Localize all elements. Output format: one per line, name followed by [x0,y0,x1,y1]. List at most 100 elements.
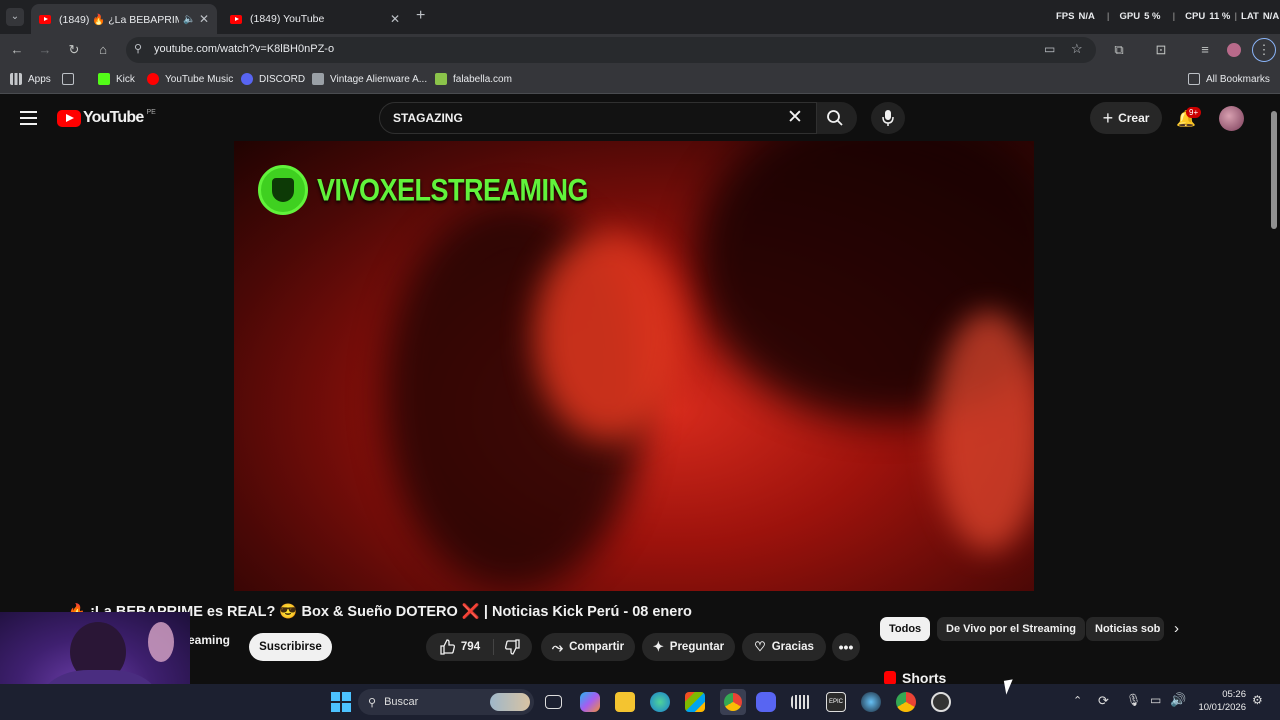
all-bookmarks-label: All Bookmarks [1206,73,1270,85]
tab-youtube[interactable]: (1849) YouTube ✕ [222,4,408,34]
youtube-wordmark: YouTube [83,109,144,126]
bookmark-falabella[interactable]: falabella.com [435,73,512,85]
microphone-icon [882,110,894,126]
folder-icon [1188,73,1200,85]
profile-avatar-icon[interactable] [1225,41,1243,59]
chrome-profile-icon[interactable] [896,692,916,712]
steam-icon[interactable] [861,692,881,712]
cpu-label: CPU [1185,11,1206,22]
close-tab-icon[interactable]: ✕ [199,12,209,26]
gpu-value: 5 % [1144,11,1161,22]
clear-search-icon[interactable]: ✕ [787,106,803,129]
dislike-button[interactable] [494,639,532,655]
search-icon: ⚲ [368,696,377,709]
browser-tab-strip: ⌄ (1849) 🔥 ¿La BEBAPRIME 🔈 ✕ (1849) YouT… [0,0,1280,34]
voice-search-button[interactable] [871,102,905,134]
search-input[interactable]: STAGAZING [393,111,463,125]
fps-label: FPS [1056,11,1075,22]
extensions-icon[interactable]: ⧉ [1110,41,1128,59]
chrome-menu-icon[interactable]: ⋮ [1252,38,1276,62]
more-actions-button[interactable]: ••• [832,633,860,661]
clock[interactable]: 05:26 10/01/2026 [1196,688,1246,714]
like-button[interactable]: 794 [426,639,494,655]
volume-icon[interactable]: 🔊 [1170,692,1186,708]
home-icon[interactable]: ⌂ [94,41,112,59]
share-button[interactable]: ⤳ Compartir [541,633,635,661]
bookmark-apps[interactable]: Apps [10,73,51,85]
page-scrollbar[interactable] [1268,97,1280,684]
cast-icon[interactable]: ▭ [1044,42,1055,56]
subscribe-button[interactable]: Suscribirse [249,633,332,661]
chip-todos[interactable]: Todos [880,617,931,641]
site-info-icon[interactable]: ⚲ [134,42,142,55]
address-bar[interactable]: ⚲ youtube.com/watch?v=K8lBH0nPZ-o ▭ ☆ [126,37,1096,63]
discord-taskbar-icon[interactable] [756,692,776,712]
browser-toolbar: ← → ↻ ⌂ ⚲ youtube.com/watch?v=K8lBH0nPZ-… [0,34,1280,66]
thanks-button[interactable]: ♡ Gracias [742,633,826,661]
bookmark-youtube-music[interactable]: YouTube Music [147,73,233,85]
windows-taskbar: ⚲ Buscar EPIC ⌃ ⟳ 🎙 ▭ 🔊 05:26 10/01/2026… [0,684,1280,720]
thanks-label: Gracias [771,641,814,653]
tab-bebaprime[interactable]: (1849) 🔥 ¿La BEBAPRIME 🔈 ✕ [31,4,217,34]
search-icon [827,110,843,126]
youtube-header: YouTube PE STAGAZING ✕ + Crear 🔔 9+ [0,97,1268,141]
bookmark-discord[interactable]: DISCORD [241,73,305,85]
url-text[interactable]: youtube.com/watch?v=K8lBH0nPZ-o [154,43,334,55]
file-explorer-icon[interactable] [615,692,635,712]
close-tab-icon[interactable]: ✕ [390,12,400,26]
bookmark-star-icon[interactable]: ☆ [1071,41,1083,57]
notification-center-icon[interactable]: ⚙ [1252,693,1263,707]
user-avatar[interactable] [1219,106,1244,131]
channel-watermark: VIVOXELSTREAMING [258,165,589,215]
speaker-icon[interactable]: 🔈 [183,14,195,25]
microphone-tray-icon[interactable]: 🎙 [1126,693,1141,707]
reload-icon[interactable]: ↻ [65,41,83,59]
bookmark-kick[interactable]: Kick [98,73,135,85]
back-icon[interactable]: ← [8,41,26,59]
media-controls-icon[interactable]: ≡ [1196,41,1214,59]
sparkle-icon: ✦ [652,639,664,654]
obs-icon[interactable] [931,692,951,712]
store-icon[interactable] [685,692,705,712]
youtube-logo[interactable]: YouTube PE [57,109,156,127]
stats-app-icon[interactable] [791,695,811,709]
epic-games-icon[interactable]: EPIC [826,692,846,712]
youtube-music-icon [147,73,159,85]
edge-icon[interactable] [650,692,670,712]
create-button[interactable]: + Crear [1090,102,1162,134]
forward-icon[interactable]: → [36,41,54,59]
hamburger-menu-icon[interactable] [20,111,37,125]
sync-icon[interactable]: ⟳ [1098,693,1109,709]
search-button[interactable] [817,102,857,134]
chips-next-icon[interactable]: › [1174,620,1179,637]
new-tab-icon[interactable]: + [416,7,425,25]
bookmark-vintage-alienware[interactable]: Vintage Alienware A... [312,73,427,85]
network-icon[interactable]: ▭ [1150,693,1161,707]
webcam-hand [148,622,174,662]
clock-date: 10/01/2026 [1198,702,1246,713]
tab-search-icon[interactable]: ⊡ [1152,41,1170,59]
ask-label: Preguntar [669,641,725,653]
share-label: Compartir [569,641,625,653]
bookmark-label: Kick [116,73,135,85]
performance-overlay: FPS N/A | GPU 5 % | CPU 11 % | LAT N/A [1056,11,1280,22]
taskbar-search-box[interactable]: ⚲ Buscar [358,689,534,715]
tab-list-chevron-icon[interactable]: ⌄ [6,8,24,26]
all-bookmarks[interactable]: All Bookmarks [1188,73,1270,85]
chip-de-vivo[interactable]: De Vivo por el Streaming [937,617,1086,641]
alienware-icon [312,73,324,85]
show-hidden-icons[interactable]: ⌃ [1073,694,1082,707]
ask-button[interactable]: ✦ Preguntar [642,633,735,661]
video-player[interactable]: VIVOXELSTREAMING [234,141,1034,591]
scrollbar-thumb[interactable] [1271,111,1277,229]
task-view-icon[interactable] [545,695,562,709]
bookmark-grid[interactable] [62,73,80,85]
channel-name[interactable]: eaming [188,633,230,647]
search-box[interactable]: STAGAZING ✕ [379,102,817,134]
chip-noticias[interactable]: Noticias sob [1086,617,1164,641]
chrome-taskbar-icon[interactable] [720,689,746,715]
copilot-icon[interactable] [580,692,600,712]
discord-icon [241,73,253,85]
windows-start-icon[interactable] [331,692,351,712]
clock-time: 05:26 [1222,689,1246,700]
